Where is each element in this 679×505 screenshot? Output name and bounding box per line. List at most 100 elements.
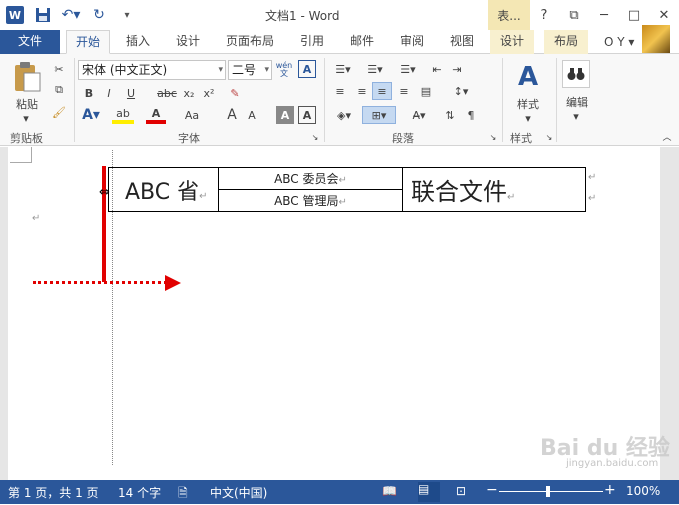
minimize-button[interactable]: ─ (589, 0, 619, 30)
underline-button[interactable]: U (120, 84, 142, 102)
font-dialog-launcher-icon[interactable]: ↘ (310, 132, 320, 142)
enclose-char-button[interactable]: A (298, 60, 316, 78)
paste-button[interactable]: 粘贴 (8, 96, 46, 112)
numbering-icon[interactable]: ☰▾ (362, 60, 388, 78)
superscript-button[interactable]: x² (200, 84, 218, 102)
highlight-icon[interactable]: ab (112, 106, 134, 124)
clear-formatting-icon[interactable]: ✎ (226, 84, 244, 102)
page-count[interactable]: 第 1 页，共 1 页 (8, 484, 99, 501)
tab-design[interactable]: 设计 (168, 30, 208, 54)
line-spacing-icon[interactable]: ↕▾ (446, 82, 476, 100)
redo-icon[interactable]: ↻ (90, 6, 108, 24)
cell-mark: ↵ (199, 190, 208, 202)
grow-font-button[interactable]: A (224, 106, 240, 124)
font-size-select[interactable]: 二号 ▾ (228, 60, 272, 80)
paragraph-mark: ↵ (32, 213, 41, 224)
align-left-icon[interactable]: ≡ (330, 82, 350, 100)
ribbon-display-button[interactable]: ⧉ (559, 0, 589, 30)
distributed-icon[interactable]: ▤ (416, 82, 436, 100)
tab-table-design[interactable]: 设计 (490, 30, 534, 54)
italic-button[interactable]: I (100, 84, 118, 102)
char-border-icon[interactable]: A (298, 106, 316, 124)
proofing-icon[interactable]: 🗎 (178, 484, 188, 505)
font-name-select[interactable]: 宋体 (中文正文) ▾ (78, 60, 226, 80)
format-painter-icon[interactable]: 🖌 (50, 103, 68, 121)
binoculars-icon[interactable] (562, 60, 590, 88)
cell-mark: ↵ (338, 175, 347, 186)
phonetic-guide-button[interactable]: wén文 (274, 60, 294, 80)
chevron-down-icon: ▾ (264, 65, 269, 75)
paste-icon[interactable] (10, 60, 44, 94)
zoom-out-button[interactable]: − (486, 482, 498, 498)
tab-page-layout[interactable]: 页面布局 (220, 30, 280, 54)
tab-references[interactable]: 引用 (292, 30, 332, 54)
avatar[interactable] (642, 25, 670, 53)
copy-icon[interactable]: ⧉ (50, 81, 68, 99)
paste-dropdown-icon[interactable]: ▾ (16, 112, 36, 125)
paragraph-dialog-launcher-icon[interactable]: ↘ (488, 132, 498, 142)
table-cell-committee[interactable]: ABC 委员会↵ (218, 167, 403, 190)
tab-review[interactable]: 审阅 (392, 30, 432, 54)
zoom-slider[interactable] (499, 491, 603, 492)
divider (556, 58, 557, 142)
chinese-layout-icon[interactable]: A̶▾ (404, 106, 434, 124)
text-effects-button[interactable]: A▾ (80, 106, 102, 124)
print-layout-icon[interactable]: ▤ (418, 482, 440, 502)
chevron-down-icon[interactable]: ▾ (566, 110, 586, 123)
header-table[interactable]: ABC 省↵ ABC 委员会↵ 联合文件↵ ABC 管理局↵ (108, 167, 586, 212)
divider (502, 58, 503, 142)
sort-icon[interactable]: ⇅ (440, 106, 460, 124)
tab-insert[interactable]: 插入 (118, 30, 158, 54)
editing-button[interactable]: 编辑 (558, 94, 596, 110)
chevron-down-icon[interactable]: ▾ (518, 112, 538, 125)
customize-qat-icon[interactable]: ▾ (118, 6, 136, 24)
language[interactable]: 中文(中国) (210, 484, 267, 501)
styles-dialog-launcher-icon[interactable]: ↘ (544, 132, 554, 142)
font-color-button[interactable]: A (146, 106, 166, 124)
decrease-indent-icon[interactable]: ⇤ (428, 60, 446, 78)
bold-button[interactable]: B (80, 84, 98, 102)
undo-icon[interactable]: ↶▾ (62, 6, 81, 24)
help-button[interactable]: ? (529, 0, 559, 30)
justify-icon[interactable]: ≡ (394, 82, 414, 100)
shading-icon[interactable]: ◈▾ (330, 106, 358, 124)
table-cell-joint-document[interactable]: 联合文件↵ (402, 167, 586, 212)
tab-table-layout[interactable]: 布局 (544, 30, 588, 54)
collapse-ribbon-icon[interactable]: ︿ (660, 130, 674, 143)
web-layout-icon[interactable]: ⊡ (456, 484, 466, 498)
table-tools-context-tab[interactable]: 表... (488, 0, 530, 30)
tab-home[interactable]: 开始 (66, 30, 110, 54)
align-right-icon[interactable]: ≡ (372, 82, 392, 100)
annotation-line-horizontal (33, 281, 167, 284)
char-shading-button[interactable]: A (276, 106, 294, 124)
borders-icon[interactable]: ⊞▾ (362, 106, 396, 124)
styles-button[interactable]: 样式 (508, 96, 548, 112)
tab-mailings[interactable]: 邮件 (342, 30, 382, 54)
increase-indent-icon[interactable]: ⇥ (448, 60, 466, 78)
zoom-slider-thumb[interactable] (546, 486, 550, 497)
shrink-font-button[interactable]: A (244, 106, 260, 124)
change-case-button[interactable]: Aa (180, 106, 204, 124)
multilevel-list-icon[interactable]: ☰▾ (394, 60, 422, 78)
annotation-line-vertical (102, 166, 106, 282)
user-account[interactable]: O Y ▾ (604, 30, 634, 54)
strikethrough-button[interactable]: abc (156, 84, 178, 102)
watermark-url: jingyan.baidu.com (566, 458, 659, 469)
table-cell-province[interactable]: ABC 省↵ (108, 167, 219, 212)
save-icon[interactable] (34, 6, 52, 24)
cut-icon[interactable]: ✂ (50, 60, 68, 78)
word-count[interactable]: 14 个字 (118, 484, 161, 501)
zoom-level[interactable]: 100% (626, 484, 660, 498)
tab-file[interactable]: 文件 (0, 30, 60, 54)
subscript-button[interactable]: x₂ (180, 84, 198, 102)
read-mode-icon[interactable]: 📖 (382, 484, 397, 498)
styles-icon[interactable]: A (512, 60, 544, 94)
quick-access-toolbar: W ↶▾ ↻ ▾ (6, 4, 136, 26)
bullets-icon[interactable]: ☰▾ (330, 60, 356, 78)
show-marks-icon[interactable]: ¶ (462, 106, 480, 124)
ribbon-tabs: 文件 开始 插入 设计 页面布局 引用 邮件 审阅 视图 设计 布局 O Y ▾ (0, 30, 679, 54)
align-center-icon[interactable]: ≡ (352, 82, 372, 100)
zoom-in-button[interactable]: + (604, 482, 616, 498)
table-cell-bureau[interactable]: ABC 管理局↵ (218, 189, 403, 212)
tab-view[interactable]: 视图 (442, 30, 482, 54)
